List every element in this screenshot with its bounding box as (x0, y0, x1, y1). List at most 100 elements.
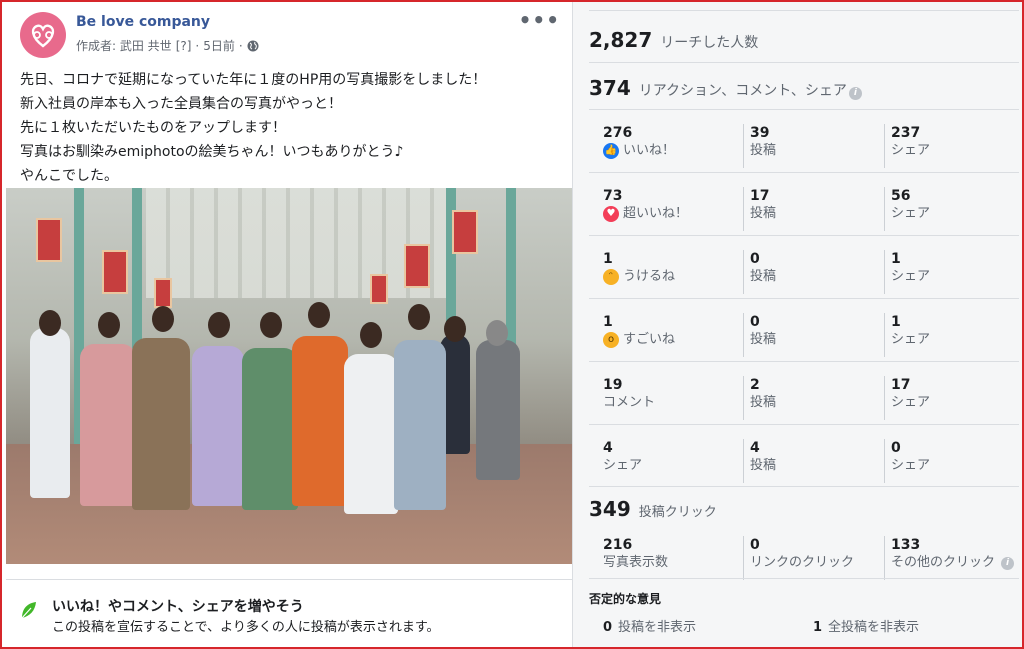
love-count: 73 (603, 188, 623, 204)
post-text-line: 写真はお馴染みemiphotoの絵美ちゃん！いつもありがとう♪ (20, 144, 404, 160)
photo-woman (394, 340, 446, 510)
haha-post-cell: 0 投稿 (743, 250, 877, 294)
reach-row: 2,827 リーチした人数 (589, 28, 1019, 52)
post-text-line: 先に１枚いただいたものをアップします！ (20, 120, 286, 136)
photo-banner (154, 278, 172, 308)
hide-post-item: 0 投稿を非表示 (603, 616, 696, 635)
share-post-count: 4 (750, 440, 760, 456)
hide-post-label: 投稿を非表示 (618, 620, 697, 635)
comment-cell: 19 コメント (603, 376, 737, 420)
boost-promo[interactable]: いいね！やコメント、シェアを増やそう この投稿を宣伝することで、より多くの人に投… (6, 579, 572, 649)
photo-banner (370, 274, 388, 304)
haha-cell: 1 ᵔ うけるね (603, 250, 737, 294)
post-photo[interactable] (6, 188, 572, 564)
hide-all-count: 1 (813, 620, 823, 635)
share-label: シェア (603, 458, 643, 473)
love-cell: 73 ♥ 超いいね！ (603, 187, 737, 231)
photo-woman (344, 354, 398, 514)
like-icon: 👍 (603, 143, 619, 159)
post-time[interactable]: 5日前 (203, 37, 235, 54)
wow-count: 1 (603, 314, 613, 330)
photo-arcade-roof (146, 188, 446, 298)
haha-share-cell: 1 シェア (884, 250, 1018, 294)
globe-icon[interactable] (247, 40, 259, 52)
divider (589, 10, 1019, 11)
info-icon[interactable]: i (1001, 556, 1015, 570)
like-share-cell: 237 シェア (884, 124, 1018, 168)
engagement-label-text: リアクション、コメント、シェア (638, 83, 847, 99)
share-share-cell: 0 シェア (884, 439, 1018, 483)
comment-post-label: 投稿 (750, 395, 777, 410)
share-count: 4 (603, 440, 613, 456)
share-cell: 4 シェア (603, 439, 737, 483)
heart-logo-icon (24, 16, 62, 54)
like-post-count: 39 (750, 125, 770, 141)
like-label-text: いいね！ (623, 143, 676, 158)
help-mark[interactable]: [?] (176, 39, 192, 53)
share-share-count: 0 (891, 440, 901, 456)
post-card: Be love company 作成者: 武田 共世 [?] · 5日前 · •… (6, 4, 572, 649)
clicks-breakdown-row: 216 写真表示数 0 リンクのクリック 133 その他のクリック i (589, 536, 1019, 598)
divider (589, 172, 1019, 173)
comment-count: 19 (603, 377, 623, 393)
wow-cell: 1 o すごいね (603, 313, 737, 357)
share-post-cell: 4 投稿 (743, 439, 877, 483)
haha-share-label: シェア (891, 269, 931, 284)
haha-post-count: 0 (750, 251, 760, 267)
photo-banner (404, 244, 430, 288)
photo-views-label: 写真表示数 (603, 555, 669, 570)
photo-woman (242, 348, 298, 510)
photo-person (444, 316, 466, 342)
photo-person (30, 328, 70, 498)
photo-banner (102, 250, 128, 294)
photo-banner (452, 210, 478, 254)
post-meta: 作成者: 武田 共世 [?] · 5日前 · (76, 37, 259, 54)
love-label: ♥ 超いいね！ (603, 205, 737, 223)
comment-share-label: シェア (891, 395, 931, 410)
photo-woman (98, 312, 120, 338)
engagement-row: 374 リアクション、コメント、シェア i (589, 76, 1019, 100)
page-name-link[interactable]: Be love company (76, 14, 210, 30)
divider (589, 486, 1019, 487)
reach-count: 2,827 (589, 28, 653, 52)
like-share-label: シェア (891, 143, 931, 158)
promo-title: いいね！やコメント、シェアを増やそう (52, 599, 304, 615)
wow-share-count: 1 (891, 314, 901, 330)
reaction-row-like: 276 👍 いいね！ 39 投稿 237 シェア (589, 124, 1019, 186)
photo-woman (208, 312, 230, 338)
photo-woman (260, 312, 282, 338)
divider (589, 62, 1019, 63)
photo-views-cell: 216 写真表示数 (603, 536, 737, 580)
promo-description: この投稿を宣伝することで、より多くの人に投稿が表示されます。 (52, 620, 440, 635)
like-cell: 276 👍 いいね！ (603, 124, 737, 168)
page-avatar[interactable] (20, 12, 66, 58)
divider (589, 578, 1019, 579)
hide-post-count: 0 (603, 620, 613, 635)
wow-share-label: シェア (891, 332, 931, 347)
post-text-line: 先日、コロナで延期になっていた年に１度のHP用の写真撮影をしました！ (20, 72, 487, 88)
leaf-icon (21, 602, 36, 619)
photo-woman (360, 322, 382, 348)
info-icon[interactable]: i (848, 87, 862, 100)
photo-woman (308, 302, 330, 328)
link-clicks-label: リンクのクリック (750, 555, 855, 570)
post-clicks-label: 投稿クリック (638, 505, 717, 520)
haha-post-label: 投稿 (750, 269, 777, 284)
post-text-line: 新入社員の岸本も入った全員集合の写真がやっと！ (20, 96, 342, 112)
reach-label: リーチした人数 (660, 35, 759, 51)
wow-post-label: 投稿 (750, 332, 777, 347)
love-label-text: 超いいね！ (623, 206, 689, 221)
negative-feedback-title: 否定的な意見 (589, 592, 662, 606)
divider (589, 235, 1019, 236)
other-clicks-cell: 133 その他のクリック i (884, 536, 1018, 580)
reaction-row-wow: 1 o すごいね 0 投稿 1 シェア (589, 313, 1019, 375)
haha-icon: ᵔ (603, 269, 619, 285)
haha-label-text: うけるね (623, 269, 676, 284)
wow-share-cell: 1 シェア (884, 313, 1018, 357)
author-label: 作成者: 武田 共世 (76, 39, 172, 53)
wow-label-text: すごいね (623, 332, 676, 347)
share-row: 4 シェア 4 投稿 0 シェア (589, 439, 1019, 501)
like-label: 👍 いいね！ (603, 142, 737, 160)
love-post-label: 投稿 (750, 206, 777, 221)
more-options-icon[interactable]: ••• (519, 8, 560, 32)
